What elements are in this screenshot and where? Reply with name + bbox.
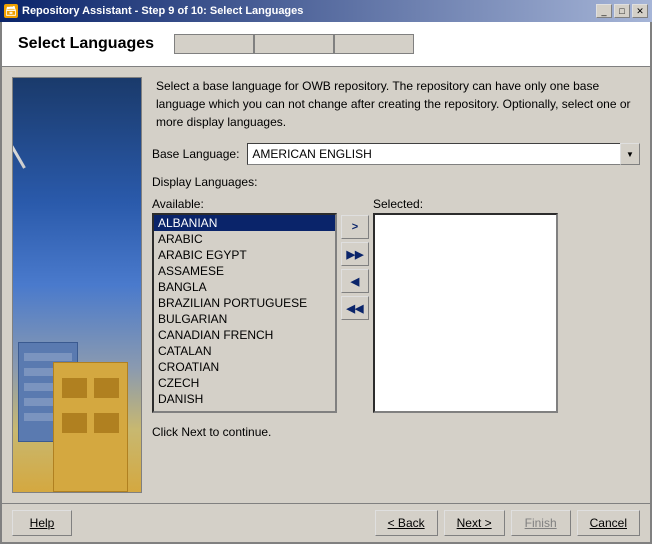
base-language-select-wrapper: AMERICAN ENGLISH ARABIC CHINESE FRENCH G… xyxy=(247,143,640,165)
languages-transfer: Available: ALBANIAN ARABIC ARABIC EGYPT … xyxy=(152,197,640,413)
close-button[interactable]: ✕ xyxy=(632,4,648,18)
main-window: Select Languages Select a base language … xyxy=(0,22,652,544)
list-item[interactable]: BULGARIAN xyxy=(154,311,335,327)
remove-one-button[interactable]: ◀ xyxy=(341,269,369,293)
selected-label: Selected: xyxy=(373,197,558,211)
wand-decoration xyxy=(12,98,26,169)
remove-all-button[interactable]: ◀◀ xyxy=(341,296,369,320)
title-bar-text: Repository Assistant - Step 9 of 10: Sel… xyxy=(22,5,303,17)
header-tab-3 xyxy=(334,34,414,54)
building-tan xyxy=(53,362,128,492)
back-button[interactable]: < Back xyxy=(375,510,438,536)
maximize-button[interactable]: □ xyxy=(614,4,630,18)
list-item[interactable]: ALBANIAN xyxy=(154,215,335,231)
available-label: Available: xyxy=(152,197,337,211)
base-language-select[interactable]: AMERICAN ENGLISH ARABIC CHINESE FRENCH G… xyxy=(247,143,640,165)
bottom-bar: Help < Back Next > Finish Cancel xyxy=(2,503,650,542)
base-language-row: Base Language: AMERICAN ENGLISH ARABIC C… xyxy=(152,143,640,165)
header-tab-2 xyxy=(254,34,334,54)
add-all-button[interactable]: ▶▶ xyxy=(341,242,369,266)
list-item[interactable]: CATALAN xyxy=(154,343,335,359)
title-bar-controls: _ □ ✕ xyxy=(596,4,648,18)
display-languages-label: Display Languages: xyxy=(152,175,640,189)
buildings-decoration xyxy=(13,312,141,492)
list-item[interactable]: ASSAMESE xyxy=(154,263,335,279)
content-area: Select a base language for OWB repositor… xyxy=(2,67,650,503)
description-text: Select a base language for OWB repositor… xyxy=(152,77,640,131)
cancel-button[interactable]: Cancel xyxy=(577,510,640,536)
list-item[interactable]: DANISH xyxy=(154,391,335,407)
header-bar: Select Languages xyxy=(2,22,650,67)
transfer-buttons: > ▶▶ ◀ ◀◀ xyxy=(341,215,369,320)
list-item[interactable]: ARABIC EGYPT xyxy=(154,247,335,263)
right-panel: Select a base language for OWB repositor… xyxy=(152,77,640,493)
list-item[interactable]: CANADIAN FRENCH xyxy=(154,327,335,343)
minimize-button[interactable]: _ xyxy=(596,4,612,18)
selected-list-container: Selected: xyxy=(373,197,558,413)
list-item[interactable]: BANGLA xyxy=(154,279,335,295)
list-item[interactable]: CZECH xyxy=(154,375,335,391)
available-list-container: Available: ALBANIAN ARABIC ARABIC EGYPT … xyxy=(152,197,337,413)
next-button[interactable]: Next > xyxy=(444,510,505,536)
list-item[interactable]: CROATIAN xyxy=(154,359,335,375)
title-bar-icon: 🗃 xyxy=(4,4,18,18)
left-panel xyxy=(12,77,142,493)
title-bar: 🗃 Repository Assistant - Step 9 of 10: S… xyxy=(0,0,652,22)
add-one-button[interactable]: > xyxy=(341,215,369,239)
list-item[interactable]: BRAZILIAN PORTUGUESE xyxy=(154,295,335,311)
header-tab-1 xyxy=(174,34,254,54)
help-button[interactable]: Help xyxy=(12,510,72,536)
available-listbox-wrapper: ALBANIAN ARABIC ARABIC EGYPT ASSAMESE BA… xyxy=(152,213,337,413)
footer-text: Click Next to continue. xyxy=(152,425,640,439)
available-listbox[interactable]: ALBANIAN ARABIC ARABIC EGYPT ASSAMESE BA… xyxy=(154,215,335,411)
base-language-label: Base Language: xyxy=(152,147,239,161)
selected-listbox[interactable] xyxy=(373,213,558,413)
finish-button[interactable]: Finish xyxy=(511,510,571,536)
header-tabs xyxy=(174,34,414,54)
list-item[interactable]: ARABIC xyxy=(154,231,335,247)
page-title: Select Languages xyxy=(18,35,154,53)
